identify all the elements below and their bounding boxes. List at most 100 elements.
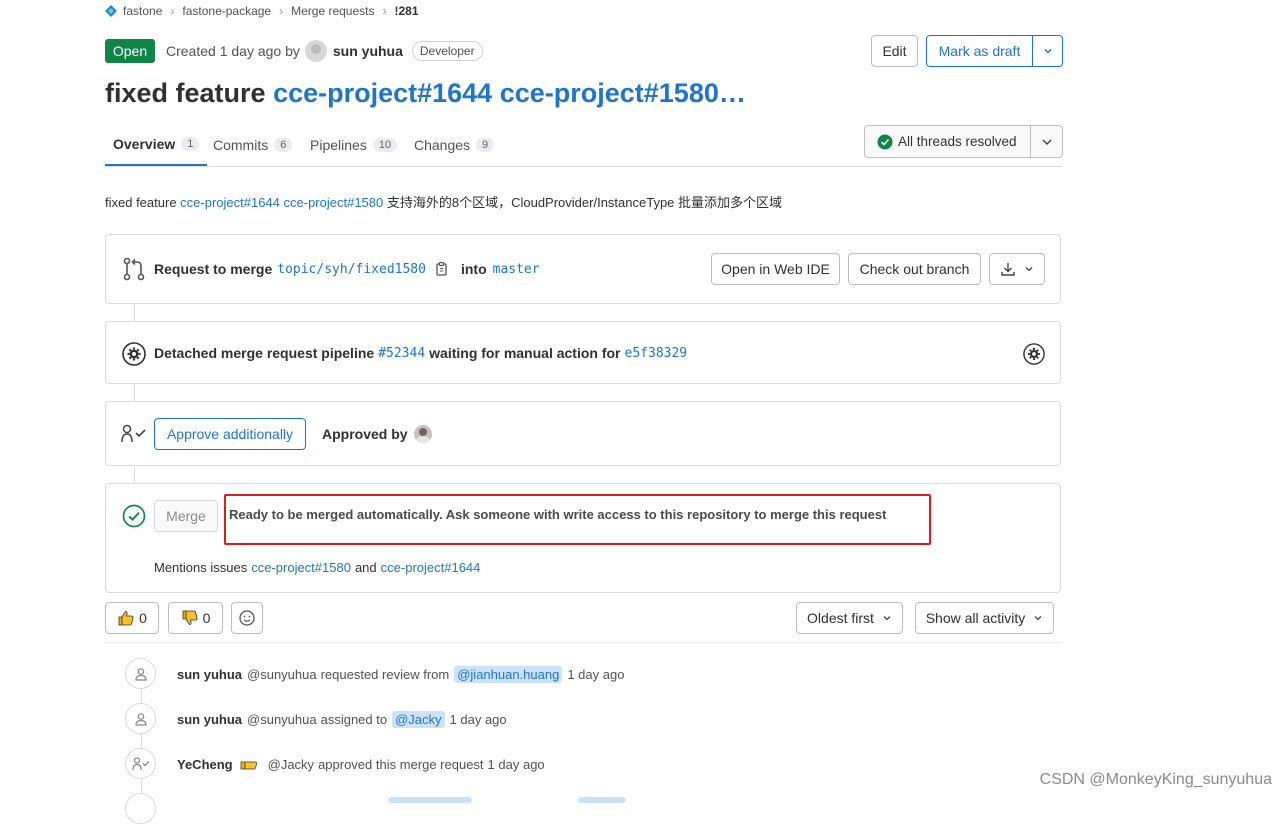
widget-connector — [134, 466, 135, 483]
user-icon — [134, 667, 147, 681]
tab-count: 1 — [181, 137, 200, 151]
thumbs-down-count: 0 — [202, 610, 211, 626]
copy-icon[interactable] — [435, 261, 449, 277]
breadcrumb-item-group[interactable]: fastone — [123, 4, 162, 18]
title-issue-link-1580[interactable]: cce-project#1580… — [500, 78, 746, 108]
activity-item: sun yuhua @sunyuhua requested review fro… — [177, 665, 624, 683]
activity-author[interactable]: YeCheng — [177, 757, 233, 772]
git-merge-icon — [123, 257, 145, 281]
tab-label: Overview — [113, 136, 176, 152]
tab-overview[interactable]: Overview 1 — [105, 124, 208, 166]
threads-resolved-button[interactable]: All threads resolved — [864, 125, 1031, 158]
check-circle-icon — [877, 134, 893, 149]
pipeline-status-manual-icon[interactable] — [122, 342, 146, 366]
mark-as-draft-button[interactable]: Mark as draft — [926, 35, 1033, 67]
pipeline-status-row: Detached merge request pipeline #52344 w… — [154, 343, 687, 363]
approver-avatar[interactable] — [413, 425, 432, 443]
sort-label: Oldest first — [807, 610, 874, 626]
tab-label: Pipelines — [310, 136, 367, 153]
thumbs-up-button[interactable]: 0 — [105, 602, 159, 634]
activity-handle: @Jacky — [267, 756, 315, 772]
breadcrumb-item-mr-id[interactable]: !281 — [394, 4, 418, 18]
thumbs-down-button[interactable]: 0 — [168, 602, 223, 634]
role-badge: Developer — [411, 41, 483, 61]
activity-handle: @sunyuhua — [247, 711, 317, 727]
user-icon — [134, 712, 147, 726]
description-link-1580[interactable]: cce-project#1580 — [284, 195, 384, 210]
author-avatar[interactable] — [304, 40, 327, 62]
activity-filter-dropdown[interactable]: Show all activity — [915, 602, 1054, 634]
author-link[interactable]: sun yuhua — [333, 43, 403, 59]
mentioned-issue-1580[interactable]: cce-project#1580 — [251, 560, 351, 575]
activity-author[interactable]: sun yuhua — [177, 667, 242, 682]
approved-by-label: Approved by — [322, 426, 408, 442]
request-to-merge-label: Request to merge — [154, 261, 273, 277]
activity-mention[interactable]: @Jacky — [392, 710, 445, 728]
activity-action: assigned to — [320, 711, 388, 727]
status-badge: Open — [105, 39, 155, 63]
thumbs-up-emoji-icon — [240, 761, 257, 770]
threads-label: All threads resolved — [898, 134, 1017, 149]
page-title: fixed feature cce-project#1644 cce-proje… — [105, 78, 746, 109]
success-check-icon — [122, 504, 146, 528]
download-dropdown-button[interactable] — [989, 253, 1045, 285]
description-prefix: fixed feature — [105, 195, 181, 210]
into-label: into — [460, 261, 487, 277]
merge-button[interactable]: Merge — [154, 500, 218, 532]
breadcrumb-item-merge-requests[interactable]: Merge requests — [291, 4, 374, 18]
source-branch-link[interactable]: topic/syh/fixed1580 — [277, 262, 426, 277]
watermark: CSDN @MonkeyKing_sunyuhua — [1039, 771, 1272, 788]
activity-mention-partial — [578, 797, 626, 803]
title-text: fixed feature — [105, 78, 274, 108]
merge-status-message: Ready to be merged automatically. Ask so… — [229, 506, 887, 522]
threads-dropdown-toggle[interactable] — [1030, 125, 1063, 158]
pipeline-commit-link[interactable]: e5f38329 — [625, 346, 688, 361]
breadcrumb: fastone › fastone-package › Merge reques… — [105, 3, 419, 19]
pipeline-status-text: waiting for manual action for — [429, 345, 621, 361]
title-issue-link-1644[interactable]: cce-project#1644 — [273, 78, 492, 108]
chevron-down-icon — [1025, 267, 1033, 272]
tab-pipelines[interactable]: Pipelines 10 — [310, 124, 398, 165]
chevron-down-icon — [1044, 49, 1051, 54]
activity-action: approved this merge request — [318, 756, 484, 772]
activity-time: 1 day ago — [487, 756, 545, 772]
mr-description: fixed feature cce-project#1644 cce-proje… — [105, 192, 782, 211]
chevron-down-icon — [1034, 616, 1042, 621]
open-web-ide-button[interactable]: Open in Web IDE — [711, 253, 840, 285]
activity-mention-partial — [388, 797, 472, 803]
draft-dropdown-toggle[interactable] — [1032, 35, 1063, 67]
divider — [105, 642, 1062, 643]
pipeline-id-link[interactable]: #52344 — [378, 346, 425, 361]
timeline-approval-icon — [125, 748, 156, 779]
add-reaction-button[interactable] — [231, 602, 263, 634]
mentioned-issue-1644[interactable]: cce-project#1644 — [381, 560, 481, 575]
tab-count: 9 — [476, 137, 495, 152]
created-text: Created 1 day ago by — [166, 43, 300, 59]
mentions-label: Mentions issues — [154, 559, 248, 575]
activity-author[interactable]: sun yuhua — [177, 712, 242, 727]
smiley-icon — [239, 610, 255, 626]
tab-count: 6 — [274, 137, 293, 152]
activity-time: 1 day ago — [567, 666, 625, 682]
target-branch-link[interactable]: master — [493, 262, 540, 277]
widget-connector — [134, 384, 135, 401]
sort-dropdown[interactable]: Oldest first — [796, 602, 903, 634]
download-icon — [1001, 263, 1015, 276]
merge-branches-row: Request to merge topic/syh/fixed1580 int… — [154, 259, 540, 279]
approve-additionally-button[interactable]: Approve additionally — [154, 418, 306, 450]
activity-handle: @sunyuhua — [247, 666, 317, 682]
manual-action-gear-icon[interactable] — [1023, 343, 1045, 365]
approval-icon — [131, 756, 149, 770]
tab-commits[interactable]: Commits 6 — [213, 124, 293, 165]
project-logo-icon — [105, 5, 117, 17]
activity-time: 1 day ago — [449, 711, 507, 727]
edit-button[interactable]: Edit — [871, 35, 918, 67]
filter-label: Show all activity — [925, 610, 1026, 626]
tab-changes[interactable]: Changes 9 — [414, 124, 495, 165]
breadcrumb-item-project[interactable]: fastone-package — [182, 4, 271, 18]
breadcrumb-separator: › — [382, 4, 387, 18]
activity-action: requested review from — [320, 666, 450, 682]
activity-mention[interactable]: @jianhuan.huang — [454, 665, 563, 683]
description-link-1644[interactable]: cce-project#1644 — [180, 195, 280, 210]
check-out-branch-button[interactable]: Check out branch — [848, 253, 981, 285]
